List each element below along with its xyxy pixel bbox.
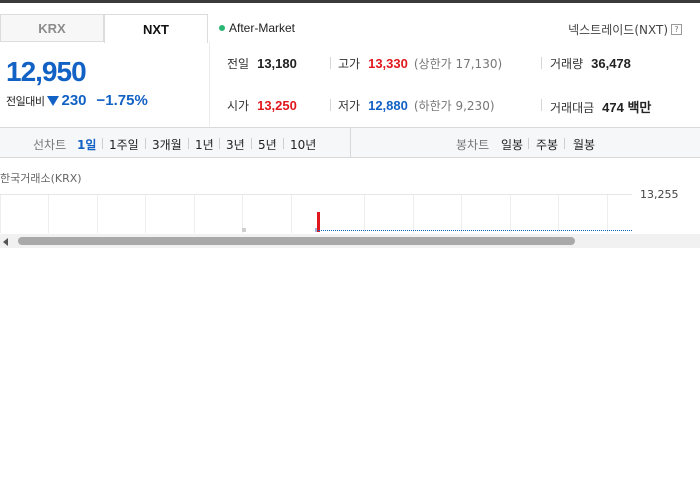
chart-gridline [145,195,146,233]
tab-krx[interactable]: KRX [0,14,104,42]
stat-label: 거래량 [550,57,584,71]
y-axis-tick: 13,255 [640,188,679,201]
change-value: 230 [61,92,87,109]
period-1y[interactable]: 1년 [195,136,214,153]
chart-source: 한국거래소(KRX) [0,172,82,185]
chart-gridline [194,195,195,233]
divider [541,99,542,111]
chart-gridline [461,195,462,233]
period-daily-candle[interactable]: 일봉 [501,136,523,153]
top-border [0,0,700,3]
chart-marker [242,228,246,232]
chart-period-bar: 선차트 1일 1주일 3개월 1년 3년 5년 10년 봉차트 일봉 주봉 월봉 [0,127,700,158]
stat-label: 전일 [227,57,250,71]
stat-value: 12,880 [368,98,408,113]
current-price: 12,950 [6,56,87,87]
stat-value: 13,180 [257,56,297,71]
chart-gridline [0,194,632,195]
session-label: After-Market [229,21,296,35]
divider [350,128,351,157]
stat-value: 36,478 [591,56,631,71]
session-status: After-Market [219,21,295,35]
divider [188,138,189,149]
price-candle [317,212,320,232]
line-chart-label: 선차트 [33,138,67,152]
change-label: 전일대비 [6,94,45,108]
period-3y[interactable]: 3년 [226,136,245,153]
exchange-link-label[interactable]: 넥스트레이드(NXT) [568,21,668,38]
period-weekly-candle[interactable]: 주봉 [536,136,558,153]
divider [251,138,252,149]
chart-gridline [558,195,559,233]
divider [219,138,220,149]
stat-sub: (상한가 17,130) [413,57,503,71]
stat-label: 시가 [227,99,250,113]
divider [145,138,146,149]
stat-prev-close: 전일 13,180 [227,55,297,72]
stat-label: 고가 [338,57,361,71]
stat-volume: 거래량 36,478 [550,55,631,72]
stat-label: 거래대금 [550,101,595,115]
status-dot-icon [219,25,225,31]
scroll-thumb[interactable] [18,237,575,245]
divider [102,138,103,149]
chart-gridline [510,195,511,233]
divider [283,138,284,149]
period-3m[interactable]: 3개월 [152,136,182,153]
chart-gridline [291,195,292,233]
divider [528,138,529,149]
divider [209,42,210,126]
period-10y[interactable]: 10년 [290,136,316,153]
exchange-link[interactable]: 넥스트레이드(NXT) ? [568,21,682,38]
period-1d[interactable]: 1일 [77,136,96,153]
chart-gridline [48,195,49,233]
scroll-left-arrow-icon[interactable] [3,238,8,246]
divider [330,99,331,111]
period-1w[interactable]: 1주일 [109,136,139,153]
stat-open: 시가 13,250 [227,97,297,114]
down-arrow-icon [47,95,60,106]
price-change: 전일대비 230 −1.75% [6,92,148,109]
help-icon[interactable]: ? [671,24,682,35]
market-tabs: KRX NXT [0,14,210,43]
price-line [318,230,632,231]
stat-sub: (하한가 9,230) [413,99,495,113]
divider [564,138,565,149]
period-monthly-candle[interactable]: 월봉 [573,136,595,153]
chart-gridline [0,195,1,233]
stat-value: 13,250 [257,98,297,113]
chart-gridline [97,195,98,233]
chart-gridline [607,195,608,233]
stat-high: 고가 13,330 (상한가 17,130) [338,55,502,72]
chart-gridline [364,195,365,233]
divider [541,57,542,69]
stat-low: 저가 12,880 (하한가 9,230) [338,97,495,114]
period-5y[interactable]: 5년 [258,136,277,153]
chart-gridline [413,195,414,233]
stat-label: 저가 [338,99,361,113]
tab-nxt[interactable]: NXT [104,14,208,43]
change-percent: −1.75% [96,92,148,109]
stat-value: 474 백만 [602,100,652,115]
divider [330,57,331,69]
stat-value: 13,330 [368,56,408,71]
candle-chart-label: 봉차트 [456,138,490,152]
stat-trade-value: 거래대금 474 백만 [550,97,651,116]
